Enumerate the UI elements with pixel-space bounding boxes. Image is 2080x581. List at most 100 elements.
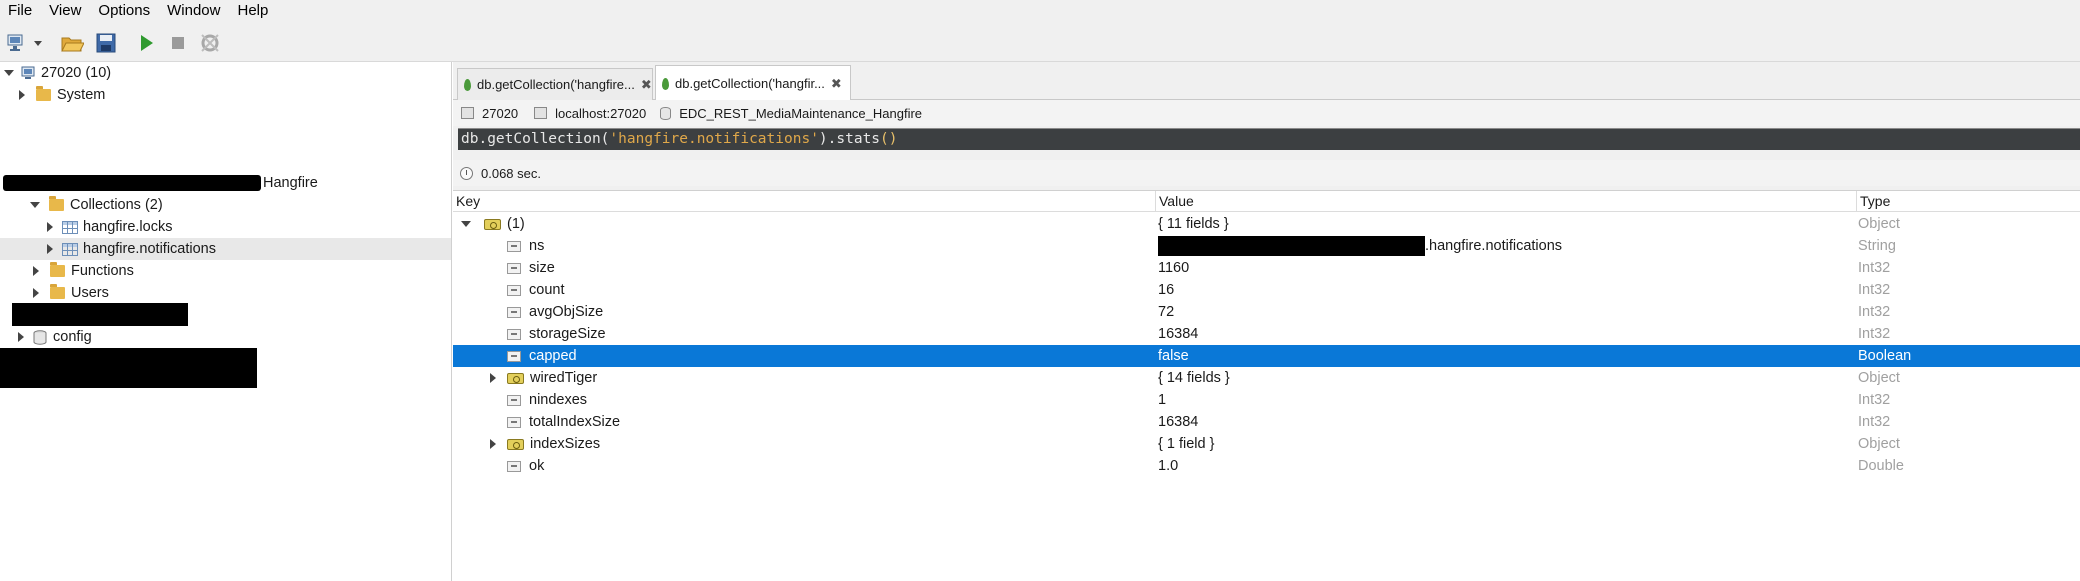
row-key: indexSizes — [530, 436, 601, 452]
int-field-icon — [507, 328, 521, 340]
int-field-icon — [507, 262, 521, 274]
expand-icon[interactable] — [487, 372, 499, 384]
table-row[interactable]: (1) { 11 fields } Object — [453, 213, 2080, 235]
table-row[interactable]: ns .hangfire.notifications String — [453, 235, 2080, 257]
menu-help[interactable]: Help — [229, 0, 277, 22]
row-value: .hangfire.notifications — [1425, 238, 1563, 254]
table-row[interactable]: count 16 Int32 — [453, 279, 2080, 301]
int-field-icon — [507, 394, 521, 406]
table-row[interactable]: avgObjSize 72 Int32 — [453, 301, 2080, 323]
table-row[interactable]: size 1160 Int32 — [453, 257, 2080, 279]
table-row[interactable]: ok 1.0 Double — [453, 455, 2080, 477]
tree-collection-locks[interactable]: hangfire.locks — [0, 216, 451, 238]
table-row-selected[interactable]: capped false Boolean — [453, 345, 2080, 367]
table-row[interactable]: wiredTiger { 14 fields } Object — [453, 367, 2080, 389]
tree-collection-notifications[interactable]: hangfire.notifications — [0, 238, 451, 260]
tree-collections-label: Collections (2) — [70, 197, 163, 213]
close-icon[interactable]: ✖ — [831, 76, 842, 92]
query-editor[interactable]: db.getCollection('hangfire.notifications… — [458, 128, 2080, 150]
row-type: String — [1858, 238, 1896, 254]
connection-tree[interactable]: 27020 (10) System Hangfire Collections (… — [0, 62, 452, 581]
table-row[interactable]: storageSize 16384 Int32 — [453, 323, 2080, 345]
toolbar — [0, 22, 2080, 62]
table-row[interactable]: totalIndexSize 16384 Int32 — [453, 411, 2080, 433]
collection-icon — [62, 242, 78, 256]
run-icon[interactable] — [134, 31, 158, 55]
table-row[interactable]: indexSizes { 1 field } Object — [453, 433, 2080, 455]
dropdown-icon[interactable] — [32, 31, 44, 55]
refresh-icon[interactable] — [198, 31, 222, 55]
row-key: ok — [529, 458, 545, 474]
expand-icon[interactable] — [16, 89, 28, 101]
tree-functions-label: Functions — [71, 263, 134, 279]
object-icon — [507, 438, 524, 450]
results-header: Key Value Type — [453, 191, 2080, 212]
row-type: Int32 — [1858, 282, 1891, 298]
int-field-icon — [507, 284, 521, 296]
expand-icon[interactable] — [487, 438, 499, 450]
column-type[interactable]: Type — [1857, 191, 2080, 212]
collection-icon — [62, 220, 78, 234]
menu-options[interactable]: Options — [90, 0, 159, 22]
tree-system-label: System — [57, 87, 106, 103]
save-icon[interactable] — [94, 31, 118, 55]
menu-bar: File View Options Window Help — [0, 0, 2080, 22]
object-icon — [484, 218, 501, 230]
row-key: storageSize — [529, 326, 606, 342]
expand-icon[interactable] — [30, 287, 42, 299]
menu-file[interactable]: File — [0, 0, 41, 22]
tab-label: db.getCollection('hangfir... — [675, 76, 825, 91]
object-icon — [507, 372, 524, 384]
row-value: 1.0 — [1158, 458, 1179, 474]
row-value: { 1 field } — [1158, 436, 1215, 452]
expand-icon[interactable] — [30, 265, 42, 277]
connect-icon[interactable] — [6, 31, 30, 55]
tab-query-1[interactable]: db.getCollection('hangfire... ✖ — [457, 68, 653, 100]
tree-users-label: Users — [71, 285, 109, 301]
stop-icon[interactable] — [166, 31, 190, 55]
tree-collection-label: hangfire.notifications — [83, 241, 216, 257]
tree-server-label: 27020 (10) — [41, 65, 112, 81]
tree-db-label: Hangfire — [263, 175, 318, 191]
tree-users[interactable]: Users — [0, 282, 451, 304]
row-key: size — [529, 260, 555, 276]
connection-info-bar: 27020 localhost:27020 EDC_REST_MediaMain… — [453, 100, 2080, 126]
collapse-icon[interactable] — [29, 199, 41, 211]
open-icon[interactable] — [60, 31, 84, 55]
expand-icon[interactable] — [44, 221, 56, 233]
folder-icon — [36, 86, 51, 101]
tree-functions[interactable]: Functions — [0, 260, 451, 282]
int-field-icon — [507, 416, 521, 428]
row-key: count — [529, 282, 565, 298]
tree-collection-label: hangfire.locks — [83, 219, 173, 235]
tree-database-hangfire[interactable]: Hangfire — [0, 172, 451, 194]
column-value[interactable]: Value — [1156, 191, 1857, 212]
row-value: 16 — [1158, 282, 1175, 298]
folder-icon — [50, 284, 65, 299]
redacted-text — [12, 303, 188, 326]
redacted-area — [264, 92, 428, 124]
tree-collections[interactable]: Collections (2) — [0, 194, 451, 216]
tree-config[interactable]: config — [0, 326, 451, 348]
collapse-icon[interactable] — [3, 67, 15, 79]
menu-window[interactable]: Window — [159, 0, 229, 22]
results-tree-table[interactable]: Key Value Type (1) { 11 fields } Object … — [453, 190, 2080, 581]
query-prefix: db.getCollection( — [461, 131, 610, 147]
int-field-icon — [507, 306, 521, 318]
boolean-field-icon — [507, 350, 521, 362]
column-key[interactable]: Key — [453, 191, 1156, 212]
row-type: Int32 — [1858, 414, 1891, 430]
tab-query-2[interactable]: db.getCollection('hangfir... ✖ — [655, 65, 851, 101]
table-row[interactable]: nindexes 1 Int32 — [453, 389, 2080, 411]
collapse-icon[interactable] — [460, 218, 472, 230]
row-type: Object — [1858, 216, 1900, 232]
tree-server[interactable]: 27020 (10) — [0, 62, 451, 84]
row-value: 16384 — [1158, 326, 1199, 342]
expand-icon[interactable] — [44, 243, 56, 255]
query-string: 'hangfire.notifications' — [609, 131, 819, 147]
close-icon[interactable]: ✖ — [641, 77, 652, 93]
expand-icon[interactable] — [15, 331, 27, 343]
redacted-text — [3, 175, 261, 191]
menu-view[interactable]: View — [41, 0, 90, 22]
double-field-icon — [507, 460, 521, 472]
